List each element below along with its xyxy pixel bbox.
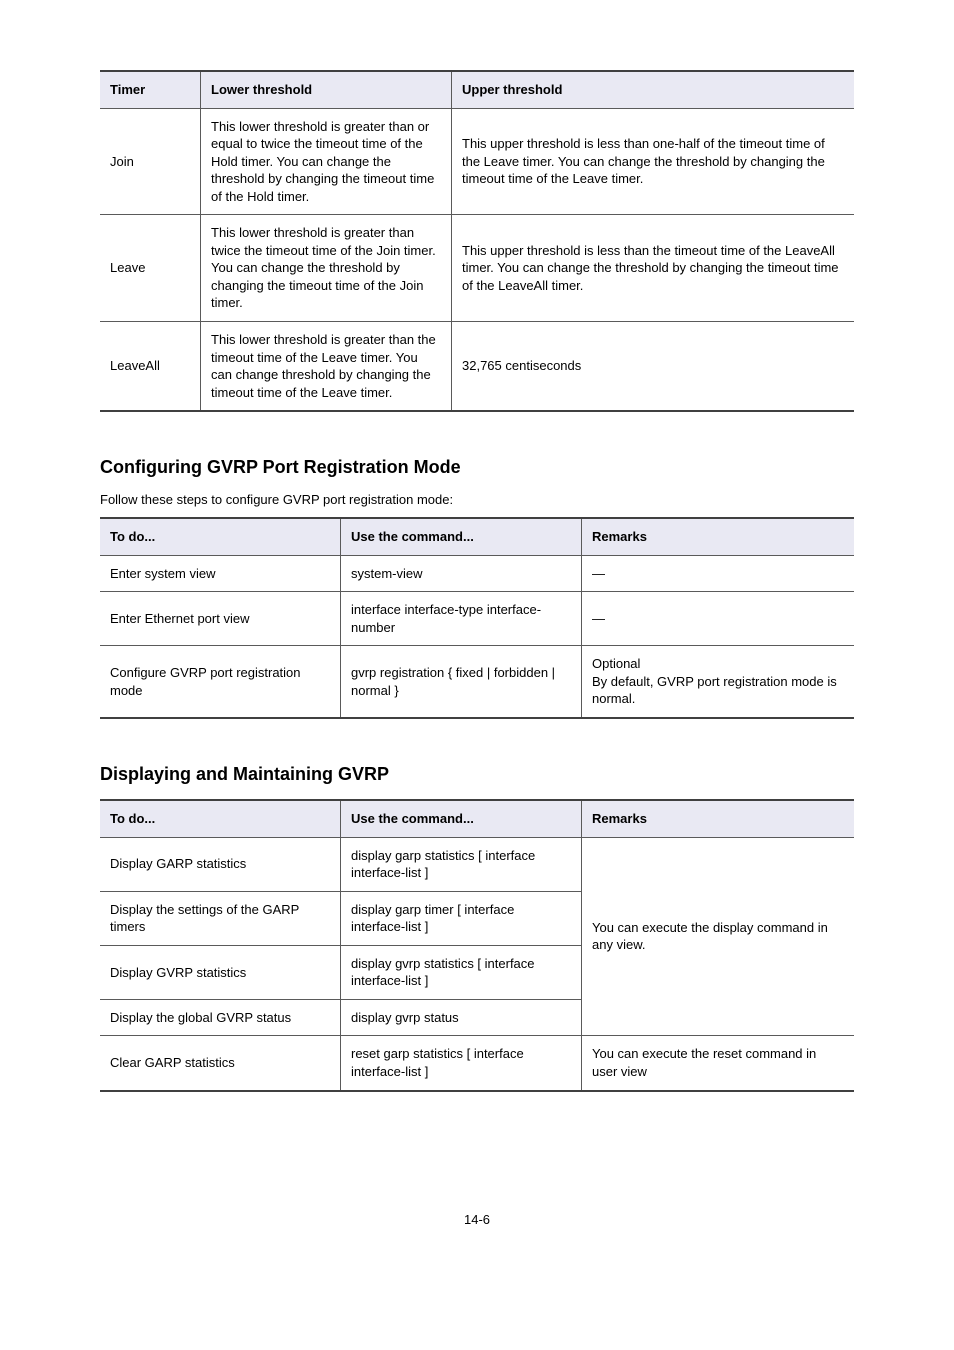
- remarks-cell-merged: You can execute the display command in a…: [582, 837, 855, 1036]
- registration-table-header-row: To do... Use the command... Remarks: [100, 518, 854, 555]
- threshold-table: Timer Lower threshold Upper threshold Jo…: [100, 70, 854, 412]
- command-cell: display gvrp statistics [ interface inte…: [341, 945, 582, 999]
- section-heading-displaying: Displaying and Maintaining GVRP: [100, 764, 854, 785]
- table-row: Enter Ethernet port view interface inter…: [100, 592, 854, 646]
- col-command-header: Use the command...: [341, 800, 582, 837]
- timer-cell: Leave: [100, 215, 201, 322]
- col-command-header: Use the command...: [341, 518, 582, 555]
- remarks-cell: Optional By default, GVRP port registrat…: [582, 646, 855, 718]
- command-text: gvrp registration { fixed | forbidden | …: [351, 665, 555, 698]
- page-number: 14-6: [100, 1212, 854, 1227]
- display-table-header-row: To do... Use the command... Remarks: [100, 800, 854, 837]
- table-row: Enter system view system-view —: [100, 555, 854, 592]
- upper-cell: 32,765 centiseconds: [452, 322, 855, 412]
- col-remarks-header: Remarks: [582, 800, 855, 837]
- command-text: display garp statistics [ interface inte…: [351, 848, 535, 881]
- command-cell: interface interface-type interface-numbe…: [341, 592, 582, 646]
- section-intro-registration-mode: Follow these steps to configure GVRP por…: [100, 492, 854, 507]
- command-cell: display garp statistics [ interface inte…: [341, 837, 582, 891]
- lower-cell: This lower threshold is greater than twi…: [201, 215, 452, 322]
- col-lower-header: Lower threshold: [201, 71, 452, 108]
- table-row: LeaveAll This lower threshold is greater…: [100, 322, 854, 412]
- upper-cell: This upper threshold is less than one-ha…: [452, 108, 855, 215]
- col-remarks-header: Remarks: [582, 518, 855, 555]
- todo-cell: Enter Ethernet port view: [100, 592, 341, 646]
- command-cell: system-view: [341, 555, 582, 592]
- todo-cell: Display the settings of the GARP timers: [100, 891, 341, 945]
- timer-cell: Join: [100, 108, 201, 215]
- command-text: display gvrp status: [351, 1010, 459, 1025]
- col-timer-header: Timer: [100, 71, 201, 108]
- command-cell: display gvrp status: [341, 999, 582, 1036]
- display-maintain-table: To do... Use the command... Remarks Disp…: [100, 799, 854, 1091]
- table-row: Join This lower threshold is greater tha…: [100, 108, 854, 215]
- remarks-cell: You can execute the reset command in use…: [582, 1036, 855, 1091]
- command-text: interface interface-type interface-numbe…: [351, 602, 541, 635]
- table-row: Leave This lower threshold is greater th…: [100, 215, 854, 322]
- command-text: display gvrp statistics [ interface inte…: [351, 956, 535, 989]
- remarks-cell: —: [582, 555, 855, 592]
- command-cell: gvrp registration { fixed | forbidden | …: [341, 646, 582, 718]
- table-row: Configure GVRP port registration mode gv…: [100, 646, 854, 718]
- command-text: display garp timer [ interface interface…: [351, 902, 514, 935]
- upper-cell: This upper threshold is less than the ti…: [452, 215, 855, 322]
- todo-cell: Display the global GVRP status: [100, 999, 341, 1036]
- todo-cell: Display GVRP statistics: [100, 945, 341, 999]
- lower-cell: This lower threshold is greater than the…: [201, 322, 452, 412]
- table-row: Clear GARP statistics reset garp statist…: [100, 1036, 854, 1091]
- timer-cell: LeaveAll: [100, 322, 201, 412]
- command-cell: reset garp statistics [ interface interf…: [341, 1036, 582, 1091]
- threshold-table-header-row: Timer Lower threshold Upper threshold: [100, 71, 854, 108]
- remarks-cell: —: [582, 592, 855, 646]
- col-todo-header: To do...: [100, 800, 341, 837]
- todo-cell: Enter system view: [100, 555, 341, 592]
- registration-mode-table: To do... Use the command... Remarks Ente…: [100, 517, 854, 719]
- command-text: reset garp statistics [ interface interf…: [351, 1046, 524, 1079]
- col-todo-header: To do...: [100, 518, 341, 555]
- section-heading-registration-mode: Configuring GVRP Port Registration Mode: [100, 457, 854, 478]
- todo-cell: Display GARP statistics: [100, 837, 341, 891]
- command-text: system-view: [351, 566, 423, 581]
- table-row: Display GARP statistics display garp sta…: [100, 837, 854, 891]
- col-upper-header: Upper threshold: [452, 71, 855, 108]
- command-cell: display garp timer [ interface interface…: [341, 891, 582, 945]
- lower-cell: This lower threshold is greater than or …: [201, 108, 452, 215]
- todo-cell: Configure GVRP port registration mode: [100, 646, 341, 718]
- todo-cell: Clear GARP statistics: [100, 1036, 341, 1091]
